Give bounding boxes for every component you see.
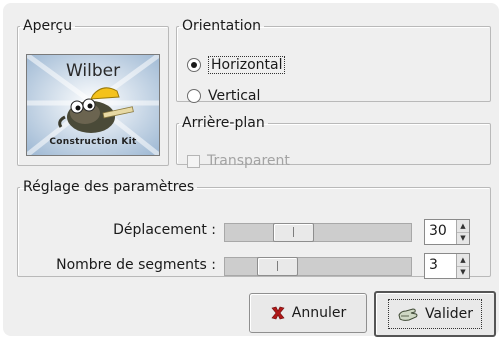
segments-slider[interactable] (224, 257, 412, 276)
parameters-legend: Réglage des paramètres (23, 179, 195, 195)
apercu-group: Aperçu Wilber Construction Kit (17, 18, 169, 166)
preview-subtitle-text: Construction Kit (49, 137, 137, 147)
checkbox-label-transparent: Transparent (207, 153, 290, 169)
cancel-button[interactable]: Annuler (249, 293, 367, 333)
segments-input[interactable] (425, 254, 459, 276)
radio-label-horizontal: Horizontal (208, 56, 286, 74)
displacement-slider[interactable] (224, 223, 412, 242)
radio-horizontal[interactable]: Horizontal (187, 56, 286, 74)
background-legend: Arrière-plan (182, 115, 265, 131)
checkbox-transparent[interactable]: Transparent (187, 153, 290, 169)
preview-title-text: Wilber (65, 61, 121, 81)
segments-slider-thumb[interactable] (257, 257, 298, 276)
displacement-decrement-icon[interactable]: ▼ (457, 232, 469, 244)
preview-image: Wilber Construction Kit (26, 54, 160, 156)
checkbox-indicator-transparent[interactable] (187, 154, 200, 168)
orientation-group: Orientation Horizontal Vertical (176, 18, 491, 104)
parameters-group: Réglage des paramètres Déplacement : ▲ ▼… (17, 179, 491, 279)
cancel-button-label: Annuler (291, 305, 347, 321)
x-icon (271, 306, 285, 320)
background-group: Arrière-plan Transparent (176, 115, 491, 169)
radio-indicator-horizontal[interactable] (187, 58, 201, 72)
displacement-slider-thumb[interactable] (273, 223, 314, 242)
radio-indicator-vertical[interactable] (187, 89, 201, 103)
hand-check-icon (398, 308, 418, 321)
ok-button-focus: Valider (387, 299, 483, 329)
ok-button[interactable]: Valider (374, 291, 496, 337)
displacement-label: Déplacement : (113, 222, 216, 238)
displacement-input[interactable] (425, 220, 459, 242)
apercu-legend: Aperçu (23, 18, 73, 34)
segments-spin-buttons: ▲ ▼ (456, 254, 469, 278)
orientation-legend: Orientation (182, 18, 262, 34)
dialog: Aperçu Wilber Construction Kit Orientati… (3, 3, 499, 337)
displacement-spinbox[interactable]: ▲ ▼ (424, 219, 470, 245)
segments-spinbox[interactable]: ▲ ▼ (424, 253, 470, 279)
radio-vertical[interactable]: Vertical (187, 88, 260, 104)
radio-label-vertical: Vertical (208, 88, 261, 104)
ok-button-label: Valider (424, 306, 474, 322)
segments-decrement-icon[interactable]: ▼ (457, 266, 469, 278)
displacement-spin-buttons: ▲ ▼ (456, 220, 469, 244)
segments-label: Nombre de segments : (56, 257, 216, 273)
